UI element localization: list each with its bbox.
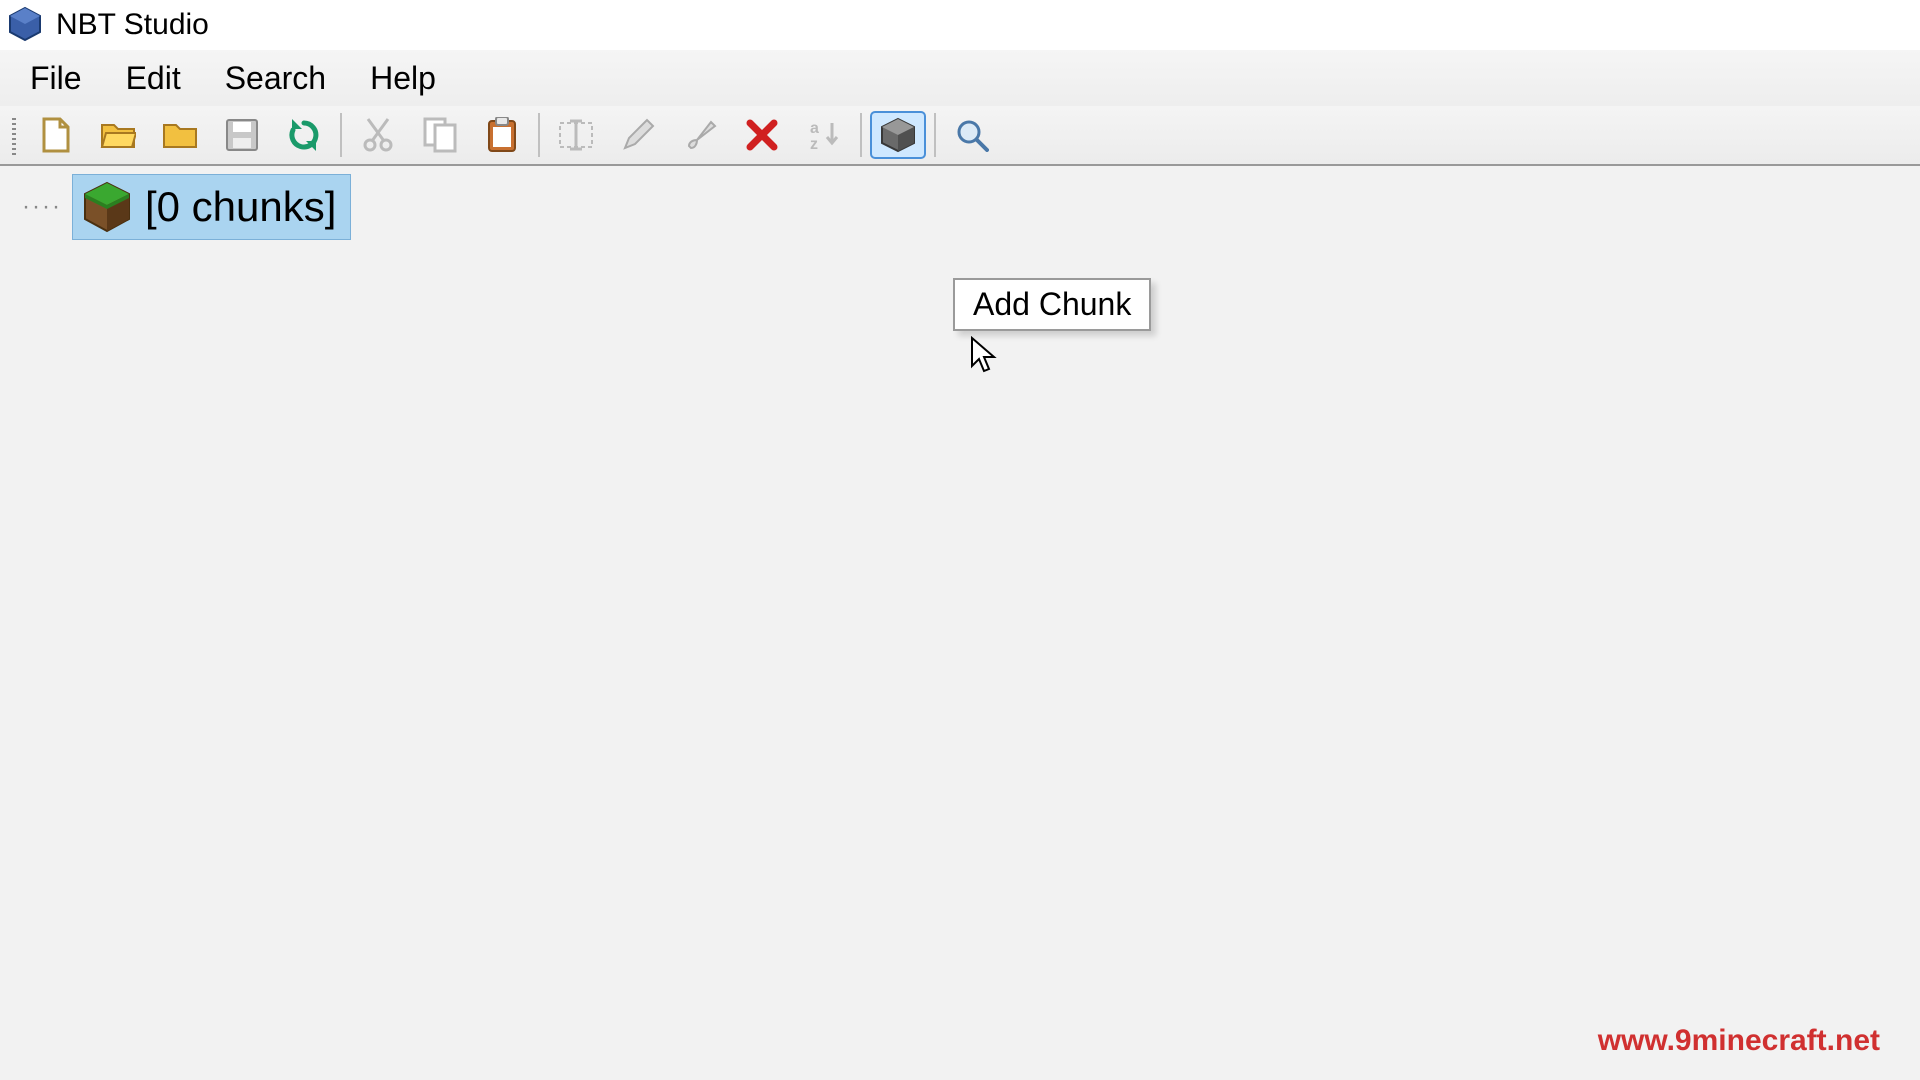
- toolbar: a z: [0, 106, 1920, 166]
- paste-button[interactable]: [474, 111, 530, 159]
- find-button[interactable]: [944, 111, 1000, 159]
- add-chunk-button[interactable]: [870, 111, 926, 159]
- delete-button[interactable]: [734, 111, 790, 159]
- cube-icon: [878, 117, 918, 153]
- text-cursor-icon: [558, 119, 594, 151]
- tree-root-row: ···· [0 chunks]: [22, 174, 351, 240]
- menu-help[interactable]: Help: [370, 60, 436, 97]
- save-icon: [225, 118, 259, 152]
- sort-button[interactable]: a z: [796, 111, 852, 159]
- svg-text:a: a: [810, 120, 819, 137]
- brush-button[interactable]: [672, 111, 728, 159]
- new-file-icon: [40, 117, 72, 153]
- cursor-icon: [970, 336, 998, 374]
- copy-icon: [423, 117, 457, 153]
- menu-search[interactable]: Search: [225, 60, 326, 97]
- menu-file[interactable]: File: [30, 60, 82, 97]
- save-button[interactable]: [214, 111, 270, 159]
- svg-text:z: z: [810, 136, 818, 153]
- menu-bar: File Edit Search Help: [0, 50, 1920, 106]
- tree-connector: ····: [22, 193, 62, 221]
- scissors-icon: [362, 117, 394, 153]
- toolbar-separator: [538, 113, 540, 157]
- folder-icon: [162, 119, 198, 151]
- content-area: ···· [0 chunks] Add Chunk: [0, 166, 1920, 1080]
- toolbar-grip: [12, 115, 16, 155]
- grass-block-icon: [79, 179, 135, 235]
- tree-root-node[interactable]: [0 chunks]: [72, 174, 351, 240]
- edit-button[interactable]: [610, 111, 666, 159]
- rename-button[interactable]: [548, 111, 604, 159]
- clipboard-icon: [487, 117, 517, 153]
- magnifier-icon: [955, 118, 989, 152]
- toolbar-separator: [860, 113, 862, 157]
- toolbar-separator: [340, 113, 342, 157]
- menu-edit[interactable]: Edit: [126, 60, 181, 97]
- open-folder-icon: [100, 119, 136, 151]
- tooltip: Add Chunk: [953, 278, 1151, 331]
- pencil-icon: [621, 118, 655, 152]
- new-file-button[interactable]: [28, 111, 84, 159]
- copy-button[interactable]: [412, 111, 468, 159]
- refresh-icon: [286, 117, 322, 153]
- cut-button[interactable]: [350, 111, 406, 159]
- toolbar-separator: [934, 113, 936, 157]
- watermark: www.9minecraft.net: [1598, 1024, 1880, 1058]
- app-icon: [4, 4, 46, 46]
- refresh-button[interactable]: [276, 111, 332, 159]
- sort-icon: a z: [806, 117, 842, 153]
- app-title: NBT Studio: [56, 8, 209, 42]
- delete-x-icon: [746, 119, 778, 151]
- open-folder-button[interactable]: [90, 111, 146, 159]
- folder-button[interactable]: [152, 111, 208, 159]
- tree-root-label: [0 chunks]: [145, 183, 336, 231]
- brush-icon: [683, 118, 717, 152]
- title-bar: NBT Studio: [0, 0, 1920, 50]
